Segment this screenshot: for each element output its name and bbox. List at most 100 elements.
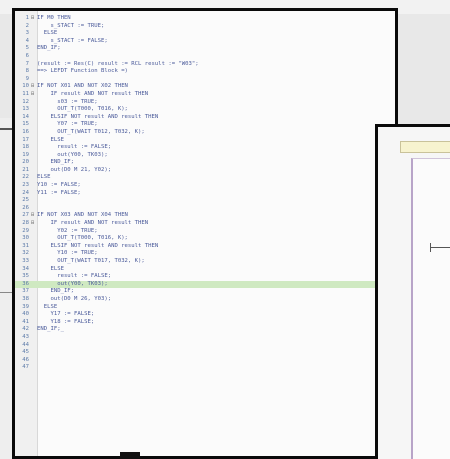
line-number: 3 — [25, 30, 29, 37]
code-editor-window[interactable]: 1 ⊟ IF M0 THEN 2 s_STACT := TRUE; 3 ELSE 4 s_… — [12, 8, 398, 459]
code-text: ELSE — [37, 303, 58, 310]
line-number: 22 — [22, 174, 29, 181]
code-line[interactable]: 14 ELSIF NOT result AND result THEN — [15, 114, 395, 122]
line-number: 17 — [22, 136, 29, 143]
code-line[interactable]: 42 END_IF;_ — [15, 326, 395, 334]
code-line[interactable]: 8 ==> LEFDT Function Block =) — [15, 68, 395, 76]
line-number: 21 — [22, 166, 29, 173]
code-text: Y10 := FALSE; — [37, 182, 81, 189]
code-line[interactable]: 21 out(D0 M 21, Y02); — [15, 167, 395, 175]
code-line[interactable]: 30 OUT_T(T000, T016, K); — [15, 235, 395, 243]
code-line[interactable]: 44 — [15, 342, 395, 350]
code-text: OUT_T(WAIT T012, T032, K); — [37, 128, 145, 135]
line-number: 44 — [22, 341, 29, 348]
line-number: 13 — [22, 106, 29, 113]
line-number: 20 — [22, 159, 29, 166]
code-line[interactable]: 9 — [15, 76, 395, 84]
line-number: 45 — [22, 349, 29, 356]
code-line[interactable]: 22 ELSE — [15, 174, 395, 182]
code-text: IF NOT X03 AND NOT X04 THEN — [37, 212, 128, 219]
code-line[interactable]: 2 s_STACT := TRUE; — [15, 23, 395, 31]
line-number: 28 — [22, 220, 29, 227]
line-number: 33 — [22, 258, 29, 264]
line-number: 19 — [22, 151, 29, 158]
line-number: 27 — [22, 212, 29, 219]
code-text: END_IF; — [37, 159, 75, 166]
line-number: 7 — [25, 60, 29, 67]
code-line[interactable]: 10 ⊟ IF NOT X01 AND NOT X02 THEN — [15, 83, 395, 91]
code-text: OUT_T(T000, T016, K); — [37, 235, 128, 242]
code-line[interactable]: 28 ⊟ IF result AND NOT result THEN — [15, 220, 395, 228]
line-number: 34 — [22, 265, 29, 272]
code-text: (result := Res(C) result := RCL result :… — [37, 60, 199, 67]
code-line[interactable]: 25 — [15, 197, 395, 205]
code-line[interactable]: 15 Y07 := TRUE; — [15, 121, 395, 129]
code-line[interactable]: 3 ELSE — [15, 30, 395, 38]
code-text: OUT_T(T000, T016, K); — [37, 106, 128, 113]
line-number: 18 — [22, 144, 29, 151]
code-text: result := FALSE; — [37, 273, 112, 280]
code-line[interactable]: 32 Y10 := TRUE; — [15, 250, 395, 258]
line-number: 43 — [22, 333, 29, 340]
code-text: ELSE — [37, 265, 64, 272]
code-line[interactable]: 43 — [15, 334, 395, 342]
code-line[interactable]: 17 ELSE — [15, 137, 395, 145]
line-number: 4 — [25, 37, 29, 44]
code-text: Y07 := TRUE; — [37, 121, 98, 128]
code-line[interactable]: 18 result := FALSE; — [15, 144, 395, 152]
code-text: Y02 := TRUE; — [37, 227, 98, 234]
code-text: ELSIF NOT result AND result THEN — [37, 242, 159, 249]
code-line[interactable]: 36 out(Y00, TK03); — [15, 280, 395, 289]
code-line[interactable]: 31 ELSIF NOT result AND result THEN — [15, 243, 395, 251]
code-line[interactable]: 19 out(Y00, TK03); — [15, 152, 395, 160]
ladder-canvas[interactable] — [411, 158, 450, 459]
line-number: 14 — [22, 113, 29, 120]
code-text: ELSE — [37, 174, 51, 181]
code-line[interactable]: 46 — [15, 357, 395, 365]
code-line[interactable]: 38 out(D0 M 26, Y03); — [15, 296, 395, 304]
code-text: ELSE — [37, 136, 64, 143]
code-line[interactable]: 29 Y02 := TRUE; — [15, 228, 395, 236]
code-line[interactable]: 16 OUT_T(WAIT T012, T032, K); — [15, 129, 395, 137]
line-number: 25 — [22, 197, 29, 204]
line-number: 6 — [25, 52, 29, 59]
line-number: 24 — [22, 189, 29, 196]
code-line[interactable]: 34 ELSE — [15, 266, 395, 274]
code-line[interactable]: 1 ⊟ IF M0 THEN — [15, 15, 395, 23]
code-line[interactable]: 7 (result := Res(C) result := RCL result … — [15, 61, 395, 69]
code-text: s_STACT := TRUE; — [37, 22, 105, 29]
code-line[interactable]: 41 Y18 := FALSE; — [15, 319, 395, 327]
code-text: Y17 := FALSE; — [37, 311, 95, 318]
code-line[interactable]: 23 Y10 := FALSE; — [15, 182, 395, 190]
code-line[interactable]: 27 ⊟ IF NOT X03 AND NOT X04 THEN — [15, 212, 395, 220]
code-line[interactable]: 20 END_IF; — [15, 159, 395, 167]
diagram-editor-window[interactable] — [375, 124, 450, 459]
line-number: 10 — [22, 83, 29, 90]
line-number: 5 — [25, 45, 29, 52]
code-line[interactable]: 12 s03 := TRUE; — [15, 99, 395, 107]
line-number: 9 — [25, 75, 29, 82]
line-number: 41 — [22, 318, 29, 325]
ladder-rung — [430, 247, 450, 248]
code-text: Y10 := TRUE; — [37, 250, 98, 257]
code-text: Y11 := FALSE; — [37, 189, 81, 196]
line-number: 40 — [22, 311, 29, 318]
code-line[interactable]: 37 END_IF; — [15, 288, 395, 296]
code-text: out(Y00, TK03); — [37, 280, 108, 287]
code-line[interactable]: 24 Y11 := FALSE; — [15, 190, 395, 198]
line-number: 23 — [22, 182, 29, 189]
code-line[interactable]: 4 s_STACT := FALSE; — [15, 38, 395, 46]
code-line[interactable]: 11 ⊟ IF result AND NOT result THEN — [15, 91, 395, 99]
code-line[interactable]: 47 — [15, 364, 395, 372]
code-line[interactable]: 40 Y17 := FALSE; — [15, 311, 395, 319]
code-line[interactable]: 33 OUT_T(WAIT T017, T032, K); — [15, 258, 395, 266]
code-line[interactable]: 5 END_IF; — [15, 45, 395, 53]
code-text: OUT_T(WAIT T017, T032, K); — [37, 258, 145, 264]
code-line[interactable]: 26 — [15, 205, 395, 213]
code-line[interactable]: 13 OUT_T(T000, T016, K); — [15, 106, 395, 114]
code-text-area[interactable]: 1 ⊟ IF M0 THEN 2 s_STACT := TRUE; 3 ELSE 4 s_… — [15, 15, 395, 372]
code-line[interactable]: 6 — [15, 53, 395, 61]
code-line[interactable]: 45 — [15, 349, 395, 357]
code-line[interactable]: 35 result := FALSE; — [15, 273, 395, 281]
code-line[interactable]: 39 ELSE — [15, 304, 395, 312]
